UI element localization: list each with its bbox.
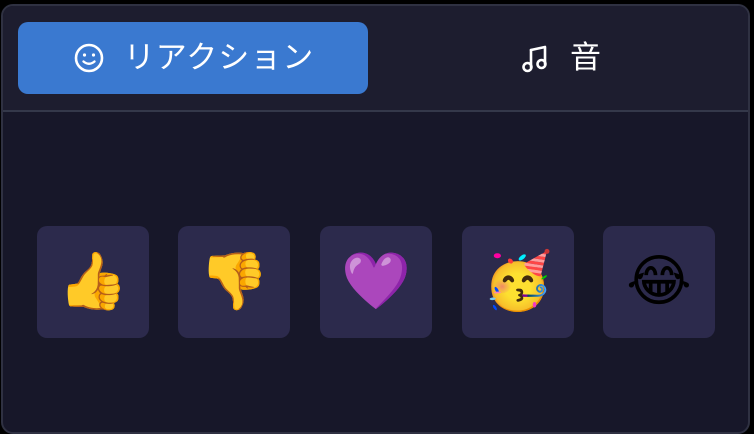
- smile-icon: [72, 41, 106, 75]
- reaction-heart-button[interactable]: 💜: [320, 226, 432, 338]
- tears-of-joy-icon: 😂: [626, 249, 692, 314]
- purple-heart-icon: 💜: [341, 249, 411, 314]
- reaction-thumbs-up-button[interactable]: 👍: [37, 226, 149, 338]
- reaction-party-button[interactable]: 🥳: [462, 226, 574, 338]
- thumbs-up-icon: 👍: [58, 249, 128, 314]
- reaction-laugh-button[interactable]: 😂: [603, 226, 715, 338]
- tab-reactions-label: リアクション: [123, 39, 315, 76]
- party-face-icon: 🥳: [483, 249, 553, 314]
- thumbs-down-icon: 👎: [199, 249, 269, 314]
- reaction-thumbs-down-button[interactable]: 👎: [178, 226, 290, 338]
- tab-bar: リアクション 音: [3, 6, 748, 112]
- tab-sound-label: 音: [570, 39, 602, 76]
- music-note-icon: [518, 41, 552, 75]
- tab-sound[interactable]: 音: [385, 22, 735, 94]
- reaction-list: 👍 👎 💜 🥳 😂: [37, 226, 717, 338]
- tab-reactions[interactable]: リアクション: [18, 22, 368, 94]
- reaction-sound-panel: リアクション 音 👍 👎 💜 🥳 😂: [1, 4, 750, 434]
